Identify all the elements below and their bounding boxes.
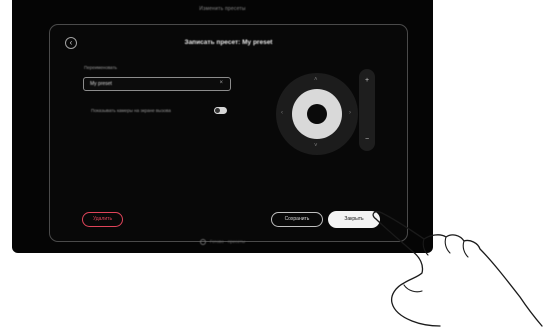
dpad-center-button[interactable]	[307, 104, 327, 124]
clear-icon[interactable]: ×	[219, 80, 223, 86]
show-camera-toggle[interactable]	[214, 107, 227, 114]
screen-title: Изменить пресеты	[199, 6, 246, 12]
down-arrow-icon[interactable]: ˅	[314, 143, 318, 149]
show-camera-label: Показывать камеры на экране вызова	[91, 108, 171, 113]
pointing-hand-illustration	[372, 211, 543, 327]
zoom-in-icon[interactable]: +	[359, 77, 375, 84]
delete-button[interactable]: Удалить	[82, 212, 123, 227]
zoom-control[interactable]: + −	[359, 69, 375, 151]
preset-name-value: My preset	[90, 81, 112, 87]
status-text: Готово · пресеты	[209, 239, 246, 245]
right-arrow-icon[interactable]: ›	[349, 110, 351, 116]
up-arrow-icon[interactable]: ˄	[314, 77, 318, 83]
secondary-button[interactable]: Сохранить	[271, 212, 323, 227]
left-arrow-icon[interactable]: ‹	[281, 110, 283, 116]
status-icon	[199, 239, 206, 245]
edit-preset-dialog: ‹ Записать пресет: My preset My preset ×…	[49, 24, 408, 242]
dialog-title: Записать пресет: My preset	[184, 39, 273, 46]
rename-label: Переименовать	[84, 65, 117, 70]
toggle-knob	[215, 108, 220, 113]
preset-name-field[interactable]: My preset ×	[83, 77, 231, 91]
zoom-out-icon[interactable]: −	[359, 136, 375, 143]
